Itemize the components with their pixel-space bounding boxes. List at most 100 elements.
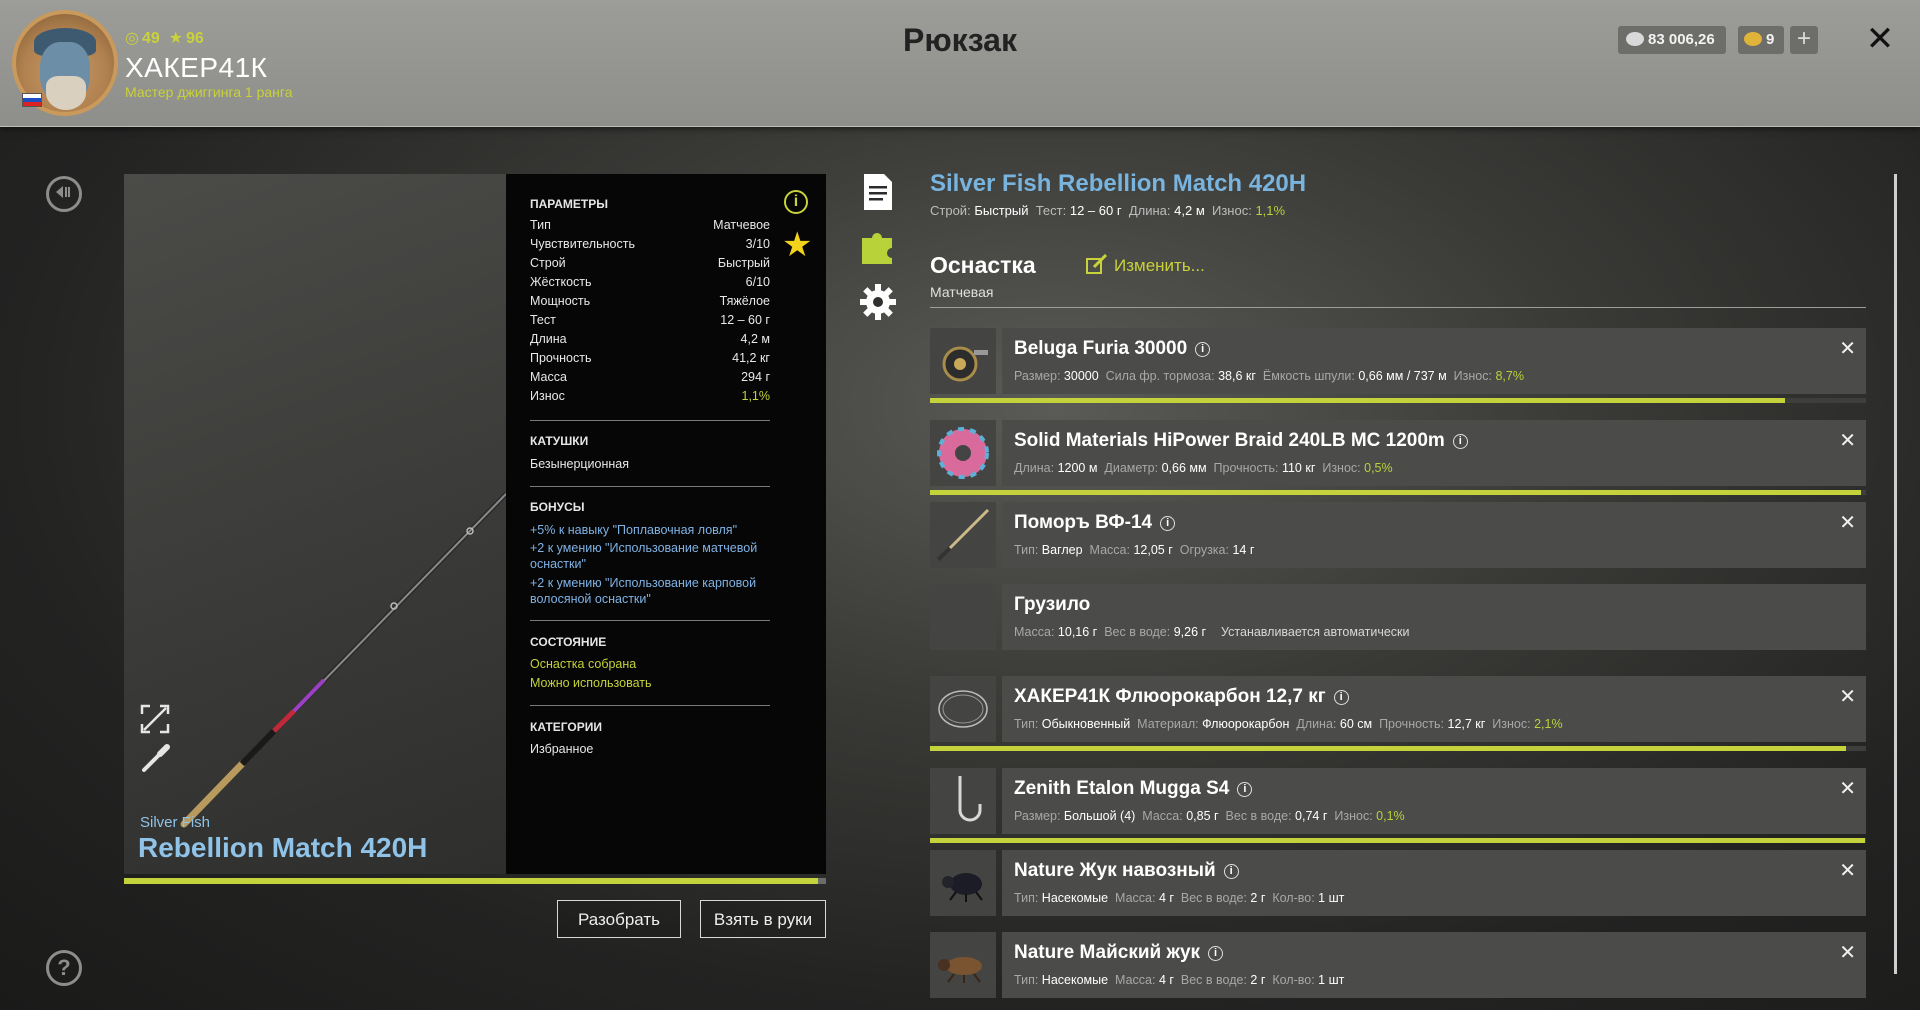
info-icon[interactable]: i — [1333, 690, 1349, 705]
stat-label: Износ: — [1322, 461, 1361, 475]
stat-value: 4 г — [1158, 973, 1174, 987]
close-button[interactable]: ✕ — [1864, 22, 1896, 56]
component-stats: Длина: 1200 м Диаметр: 0,66 мм Прочность… — [1014, 461, 1400, 475]
param-label: Прочность — [530, 351, 592, 365]
info-icon[interactable]: i — [1208, 946, 1224, 961]
info-icon[interactable]: i — [1160, 516, 1176, 531]
stat-label: Длина: — [1296, 717, 1337, 731]
scrollbar[interactable] — [1894, 174, 1897, 974]
take-in-hands-button[interactable]: Взять в руки — [700, 900, 826, 938]
state-usable: Можно использовать — [530, 676, 652, 690]
stat-value: Ваглер — [1041, 543, 1083, 557]
stat-label: Вес в воде: — [1180, 973, 1247, 987]
dung-beetle-thumbnail — [930, 850, 996, 916]
document-icon[interactable] — [862, 172, 894, 212]
stat-value: Устанавливается автоматически — [1221, 625, 1410, 639]
rig-title: Оснастка — [930, 252, 1036, 278]
russian-flag-icon — [22, 93, 42, 107]
help-button[interactable]: ? — [46, 950, 82, 986]
param-value: Матчевое — [713, 218, 770, 232]
stat-label: Размер: — [1014, 809, 1061, 823]
gold-balance: 9 — [1738, 26, 1784, 54]
stat-label: Масса: — [1115, 891, 1156, 905]
back-button[interactable] — [46, 176, 82, 212]
remove-component-icon[interactable]: ✕ — [1839, 776, 1856, 801]
param-label: Чувствительность — [530, 237, 635, 251]
component-name: Nature Майский жук i — [1014, 942, 1224, 964]
favorite-star-icon[interactable]: ★ — [782, 228, 812, 262]
stat-label: Строй: — [930, 203, 971, 218]
gear-icon[interactable] — [858, 282, 898, 322]
divider — [530, 420, 770, 421]
component-name: Beluga Furia 30000 i — [1014, 338, 1211, 360]
rig-component-row[interactable]: Nature Жук навозный i Тип: Насекомые Масса… — [1002, 850, 1866, 916]
rig-component-row[interactable]: Грузило Масса: 10,16 г Вес в воде: 9,26 г… — [1002, 584, 1866, 650]
remove-component-icon[interactable]: ✕ — [1839, 684, 1856, 709]
rig-component-row[interactable]: Beluga Furia 30000 i Размер: 30000 Сила фр… — [1002, 328, 1866, 394]
buy-currency-button[interactable]: + — [1790, 26, 1818, 54]
stat-value: 1200 м — [1057, 461, 1098, 475]
param-value: Тяжёлое — [719, 294, 770, 308]
gold-coins-icon — [1744, 32, 1762, 46]
item-title: Silver Fish Rebellion Match 420H — [930, 170, 1307, 197]
stat-label: Огрузка: — [1179, 543, 1229, 557]
stat-label: Прочность: — [1213, 461, 1279, 475]
component-name: Грузило — [1014, 594, 1090, 616]
back-arrow-icon — [56, 186, 70, 198]
component-name: Nature Жук навозный i — [1014, 860, 1239, 882]
info-icon[interactable]: i — [1452, 434, 1468, 449]
stat-value: 10,16 г — [1057, 625, 1098, 639]
component-name-text: Solid Materials HiPower Braid 240LB MC 1… — [1014, 430, 1445, 451]
rig-component-row[interactable]: Zenith Etalon Mugga S4 i Размер: Большой (… — [1002, 768, 1866, 834]
param-value: 41,2 кг — [732, 351, 770, 365]
divider — [930, 307, 1866, 308]
stat-label: Тип: — [1014, 543, 1039, 557]
remove-component-icon[interactable]: ✕ — [1839, 428, 1856, 453]
remove-component-icon[interactable]: ✕ — [1839, 336, 1856, 361]
stat-label: Тип: — [1014, 717, 1039, 731]
stat-value: 8,7% — [1495, 369, 1524, 383]
component-stats: Тип: Ваглер Масса: 12,05 г Огрузка: 14 г — [1014, 543, 1261, 557]
stat-label: Масса: — [1115, 973, 1156, 987]
stat-value: 12,05 г — [1133, 543, 1173, 557]
bonus-3: +2 к умению "Использование карповой воло… — [530, 576, 757, 606]
stat-value: 0,5% — [1364, 461, 1393, 475]
line-spool-thumbnail — [930, 420, 996, 486]
remove-component-icon[interactable]: ✕ — [1839, 858, 1856, 883]
puzzle-icon[interactable] — [858, 226, 898, 266]
component-name: Solid Materials HiPower Braid 240LB MC 1… — [1014, 430, 1468, 452]
component-stats: Размер: Большой (4) Масса: 0,85 г Вес в … — [1014, 809, 1412, 823]
rig-component-row[interactable]: Solid Materials HiPower Braid 240LB MC 1… — [1002, 420, 1866, 486]
paint-brush-icon[interactable] — [140, 744, 170, 774]
sinker-thumbnail — [930, 584, 996, 650]
reel-thumbnail — [930, 328, 996, 394]
categories-value: Избранное — [530, 742, 594, 756]
remove-component-icon[interactable]: ✕ — [1839, 510, 1856, 535]
component-name-text: Nature Жук навозный — [1014, 860, 1216, 881]
rig-component-row[interactable]: Nature Майский жук i Тип: Насекомые Масса:… — [1002, 932, 1866, 998]
rod-model: Rebellion Match 420H — [138, 832, 428, 863]
param-label: Тип — [530, 218, 551, 232]
param-value: 3/10 — [745, 237, 770, 251]
info-icon[interactable]: i — [1237, 782, 1253, 797]
param-label: Мощность — [530, 294, 591, 308]
remove-component-icon[interactable]: ✕ — [1839, 940, 1856, 965]
expand-icon[interactable] — [140, 704, 170, 734]
param-value: 6/10 — [745, 275, 770, 289]
info-icon[interactable]: i — [1223, 864, 1239, 879]
info-icon[interactable]: i — [1195, 342, 1211, 357]
disassemble-button[interactable]: Разобрать — [557, 900, 681, 938]
component-wear-fill — [930, 398, 1785, 403]
player-rank: Мастер джиггинга 1 ранга — [125, 84, 293, 100]
rod-wear-fill — [124, 878, 818, 884]
info-icon[interactable]: i — [784, 190, 808, 214]
component-wear-fill — [930, 746, 1846, 751]
component-name-text: Nature Майский жук — [1014, 942, 1201, 963]
component-wear-fill — [930, 838, 1865, 843]
rod-brand: Silver Fish — [140, 814, 211, 831]
stat-value: 0,66 мм — [1161, 461, 1207, 475]
rig-component-row[interactable]: Поморъ ВФ-14 i Тип: Ваглер Масса: 12,05 г … — [1002, 502, 1866, 568]
stat-value: Флюорокарбон — [1202, 717, 1290, 731]
change-rig-button[interactable]: Изменить... — [1086, 253, 1205, 276]
rig-component-row[interactable]: ХАКЕР41К Флюорокарбон 12,7 кг i Тип: Обыкн… — [1002, 676, 1866, 742]
